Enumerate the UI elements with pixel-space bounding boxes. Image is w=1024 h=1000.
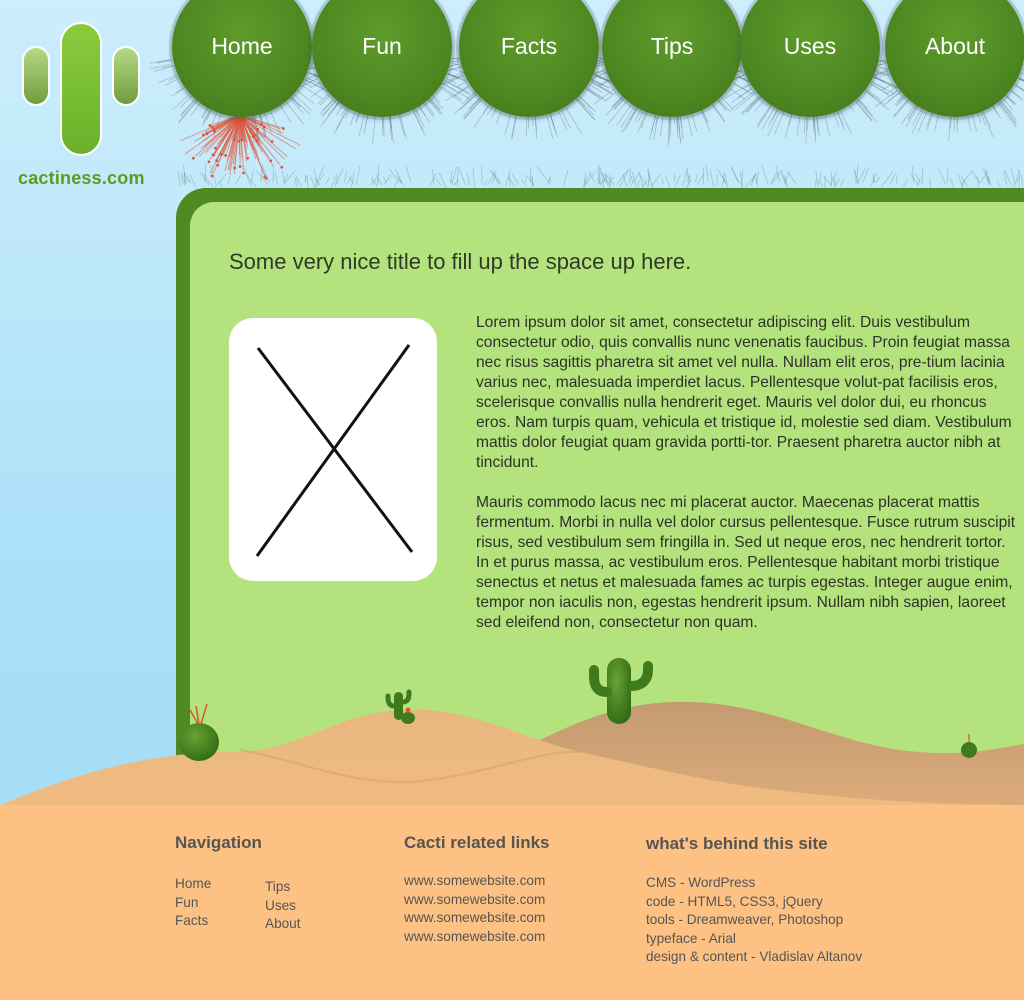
footer-link-tips[interactable]: Tips bbox=[265, 878, 301, 897]
logo-cactus-icon[interactable] bbox=[22, 22, 142, 156]
footer-nav-col1: Home Fun Facts bbox=[175, 875, 211, 931]
site-name[interactable]: cactiness.com bbox=[18, 168, 145, 189]
footer-behind-heading: what's behind this site bbox=[646, 834, 828, 853]
footer-link-uses[interactable]: Uses bbox=[265, 897, 301, 916]
paragraph: Mauris commodo lacus nec mi placerat auc… bbox=[476, 494, 1016, 631]
footer-links-list: www.somewebsite.com www.somewebsite.com … bbox=[404, 872, 545, 946]
tiny-cactus-icon bbox=[961, 734, 977, 758]
footer-info-item: code - HTML5, CSS3, jQuery bbox=[646, 893, 823, 909]
footer-behind-list: CMS - WordPress code - HTML5, CSS3, jQue… bbox=[646, 874, 862, 967]
footer-link-facts[interactable]: Facts bbox=[175, 912, 211, 931]
footer-link-about[interactable]: About bbox=[265, 915, 301, 934]
footer-info-item: typeface - Arial bbox=[646, 930, 736, 946]
round-cactus-icon bbox=[179, 703, 219, 761]
footer-info-item: tools - Dreamweaver, Photoshop bbox=[646, 912, 844, 928]
footer-info-item: design & content - Vladislav Altanov bbox=[646, 949, 863, 965]
footer-external-link[interactable]: www.somewebsite.com bbox=[404, 909, 545, 928]
footer-link-fun[interactable]: Fun bbox=[175, 894, 211, 913]
nav-label: Home bbox=[211, 32, 273, 59]
nav-label: Uses bbox=[783, 32, 837, 59]
article-text: Lorem ipsum dolor sit amet, consectetur … bbox=[476, 313, 1016, 653]
page-title: Some very nice title to fill up the spac… bbox=[229, 249, 692, 274]
nav-label: Fun bbox=[362, 32, 402, 59]
footer: Navigation Home Fun Facts Tips Uses Abou… bbox=[0, 805, 1024, 1000]
footer-links-heading: Cacti related links bbox=[404, 833, 550, 852]
footer-external-link[interactable]: www.somewebsite.com bbox=[404, 872, 545, 891]
nav-label: Facts bbox=[500, 32, 558, 59]
footer-info-item: CMS - WordPress bbox=[646, 875, 756, 890]
paragraph: Lorem ipsum dolor sit amet, consectetur … bbox=[476, 314, 1012, 471]
image-placeholder bbox=[229, 318, 437, 581]
footer-nav-col2: Tips Uses About bbox=[265, 878, 301, 934]
nav-label: About bbox=[924, 32, 986, 59]
footer-link-home[interactable]: Home bbox=[175, 875, 211, 894]
nav-label: Tips bbox=[650, 32, 694, 59]
footer-external-link[interactable]: www.somewebsite.com bbox=[404, 891, 545, 910]
footer-external-link[interactable]: www.somewebsite.com bbox=[404, 928, 545, 947]
footer-nav-heading: Navigation bbox=[175, 833, 262, 852]
